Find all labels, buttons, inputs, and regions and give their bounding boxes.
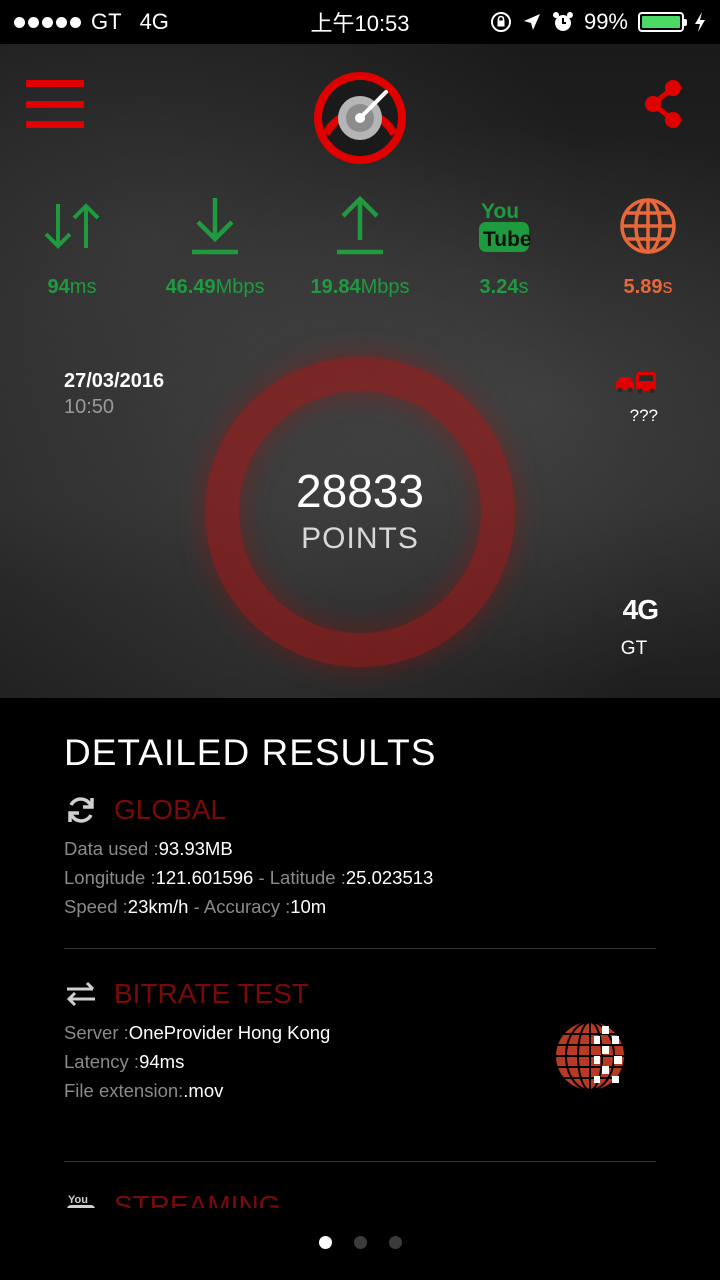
global-title: GLOBAL	[114, 794, 227, 825]
section-global: GLOBAL Data used :93.93MB Longitude :121…	[64, 792, 656, 917]
metrics-row: 94ms 46.49Mbps 19.84Mbps You Tube 3.24s …	[0, 194, 720, 304]
status-bar: GT 4G 上午10:53 99%	[0, 0, 720, 44]
location-icon	[523, 14, 540, 30]
score-value: 28833	[296, 465, 424, 517]
upload-unit: Mbps	[360, 276, 410, 298]
server-globe-logo-icon	[556, 1022, 624, 1090]
section-divider	[64, 1161, 656, 1162]
svg-text:Tube: Tube	[483, 228, 531, 251]
web-unit: s	[662, 276, 673, 298]
longitude-value: 121.601596	[155, 867, 254, 888]
speedometer-icon[interactable]	[312, 70, 408, 166]
battery-percent: 99%	[583, 9, 628, 34]
test-date: 27/03/2016	[64, 370, 165, 392]
summary-panel: 94ms 46.49Mbps 19.84Mbps You Tube 3.24s …	[0, 44, 720, 698]
latency-value: 94	[47, 276, 70, 298]
accuracy-value: 10m	[290, 896, 327, 917]
metric-youtube[interactable]: You Tube 3.24s	[434, 194, 574, 299]
results-title: DETAILED RESULTS	[64, 732, 437, 773]
metric-latency[interactable]: 94ms	[2, 194, 142, 299]
operator-name: GT	[620, 638, 648, 659]
latitude-value: 25.023513	[345, 867, 434, 888]
carrier-name: GT	[91, 9, 122, 34]
section-divider	[64, 948, 656, 949]
metric-upload[interactable]: 19.84Mbps	[290, 194, 430, 299]
bitrate-title: BITRATE TEST	[114, 978, 309, 1009]
network-label: 4G	[139, 9, 169, 34]
file-extension-value: .mov	[183, 1080, 224, 1101]
signal-strength-icon	[14, 16, 81, 28]
latency-label: Latency :	[64, 1051, 140, 1072]
server-value: OneProvider Hong Kong	[128, 1022, 331, 1043]
web-value: 5.89	[623, 276, 663, 298]
server-label: Server :	[64, 1022, 129, 1043]
charging-icon	[695, 12, 705, 32]
swap-arrows-icon	[66, 981, 95, 1007]
hamburger-menu-icon	[26, 80, 84, 87]
youtube-icon: You Tube	[479, 200, 531, 252]
streaming-title: STREAMING	[114, 1190, 281, 1208]
refresh-icon	[68, 797, 94, 823]
score-label: POINTS	[301, 522, 419, 555]
detailed-results[interactable]: DETAILED RESULTS GLOBAL Data used :93.93…	[0, 698, 720, 1208]
longitude-label: Longitude :	[64, 867, 156, 888]
latency-value-detail: 94ms	[139, 1051, 185, 1072]
upload-icon	[337, 196, 383, 255]
metric-download[interactable]: 46.49Mbps	[145, 194, 285, 299]
battery-icon	[638, 12, 687, 32]
page-indicator	[0, 1236, 720, 1249]
svg-text:You: You	[68, 1194, 88, 1206]
download-value: 46.49	[165, 276, 216, 298]
download-unit: Mbps	[215, 276, 265, 298]
test-time: 10:50	[64, 396, 115, 418]
globe-icon	[620, 198, 676, 254]
data-used-label: Data used :	[64, 838, 159, 859]
vehicle-icon	[616, 372, 656, 394]
rotation-lock-icon	[490, 12, 511, 32]
status-time: 上午10:53	[310, 11, 410, 36]
data-used-value: 93.93MB	[158, 838, 233, 859]
speed-label: Speed :	[64, 896, 128, 917]
youtube-unit: s	[518, 276, 529, 298]
menu-button[interactable]	[26, 80, 84, 128]
mobility-value: ???	[629, 406, 658, 425]
share-icon[interactable]	[642, 78, 684, 130]
svg-text:You: You	[481, 200, 519, 223]
page-dot-2[interactable]	[353, 1236, 367, 1249]
latency-unit: ms	[69, 276, 97, 298]
upload-value: 19.84	[310, 276, 361, 298]
section-streaming: You STREAMING	[64, 1188, 656, 1208]
youtube-value: 3.24	[479, 276, 519, 298]
file-extension-label: File extension:	[64, 1080, 184, 1101]
download-icon	[192, 198, 238, 255]
metric-web[interactable]: 5.89s	[578, 194, 718, 299]
latency-arrows-icon	[44, 203, 100, 249]
accuracy-label: - Accuracy :	[188, 896, 291, 917]
youtube-small-icon: You	[67, 1194, 95, 1208]
page-dot-1[interactable]	[318, 1236, 332, 1249]
alarm-icon	[552, 12, 573, 31]
network-type-badge: 4G	[622, 594, 659, 625]
latitude-label: - Latitude :	[253, 867, 346, 888]
page-dot-3[interactable]	[388, 1236, 402, 1249]
speed-value: 23km/h	[127, 896, 189, 917]
